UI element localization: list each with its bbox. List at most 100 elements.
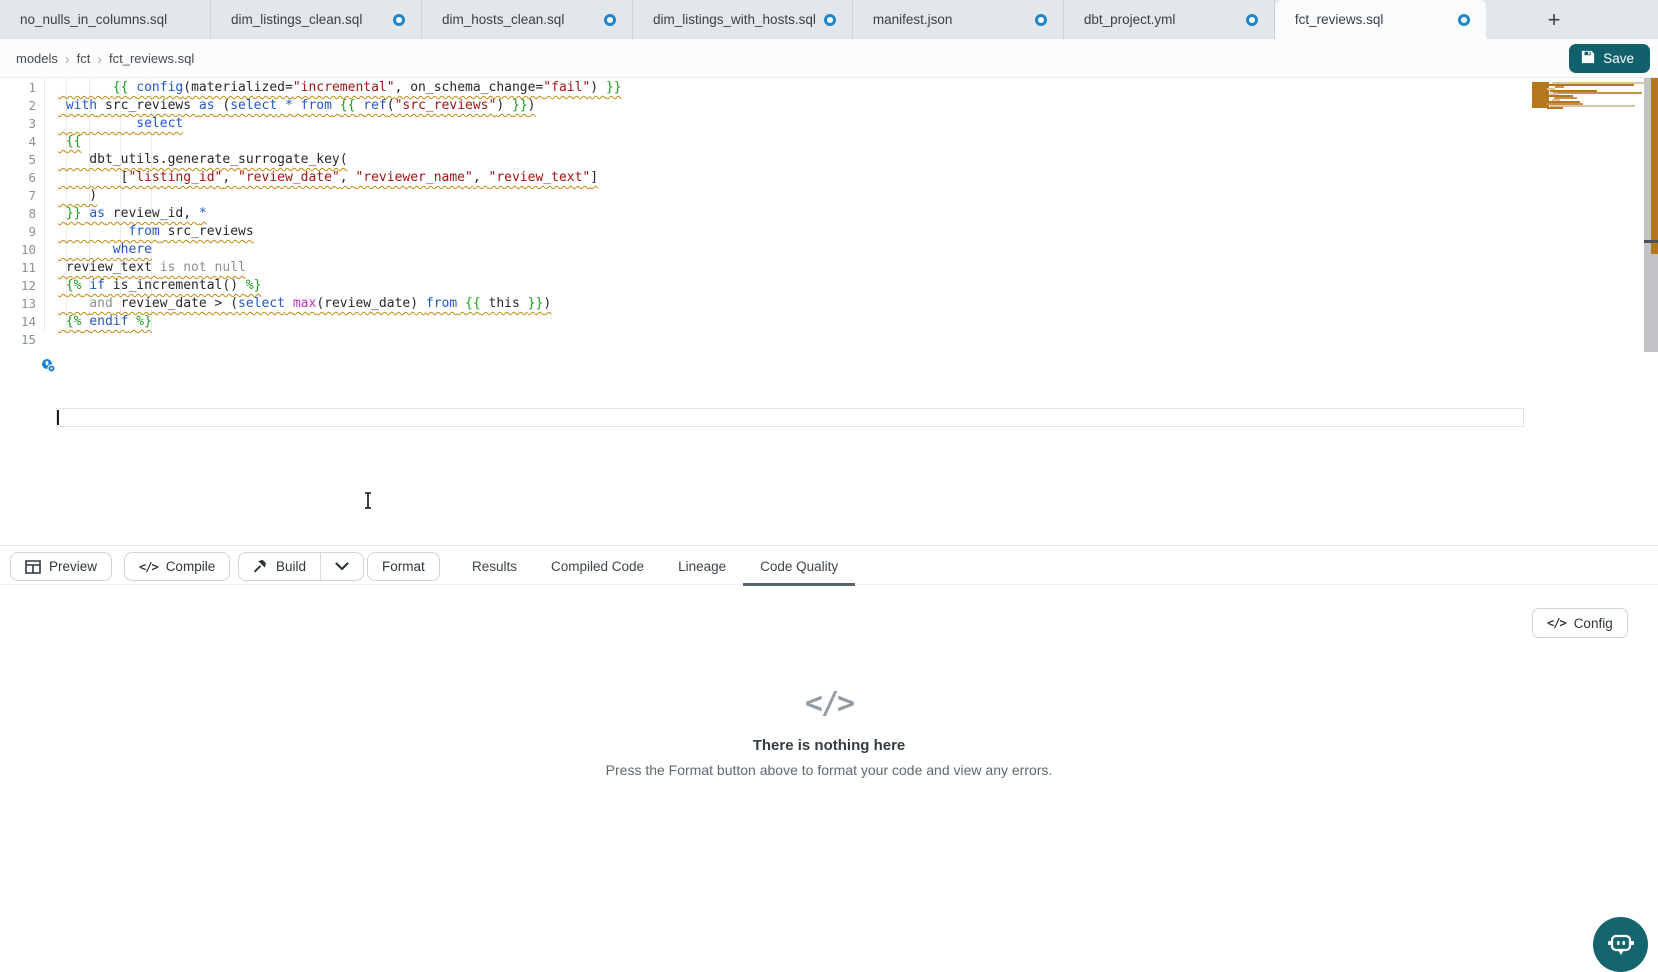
unsaved-changes-dot <box>393 14 405 26</box>
code-line[interactable]: 5 dbt_utils.generate_surrogate_key( <box>0 151 622 169</box>
code-line[interactable]: 7 ) <box>0 187 622 205</box>
panel-tab-compiled-code[interactable]: Compiled Code <box>534 546 661 586</box>
code-line-text: {% if is_incremental() %} <box>58 277 262 295</box>
code-line[interactable]: 4 {{ <box>0 133 622 151</box>
mouse-ibeam-cursor <box>362 491 374 515</box>
code-icon: </> <box>139 560 158 574</box>
editor-tab-label: no_nulls_in_columns.sql <box>20 12 194 27</box>
code-line[interactable]: 13 and review_date > (select max(review_… <box>0 295 622 313</box>
editor-tab[interactable]: fct_reviews.sql <box>1275 0 1486 39</box>
file-tab-bar: no_nulls_in_columns.sql dim_listings_clea… <box>0 0 1658 39</box>
preview-button[interactable]: Preview <box>10 552 112 581</box>
table-icon <box>25 560 41 574</box>
line-number: 11 <box>0 259 36 277</box>
line-number: 14 <box>0 313 36 331</box>
robot-icon <box>1606 931 1636 959</box>
code-line[interactable]: 11 review_text is not null <box>0 259 622 277</box>
line-number: 9 <box>0 223 36 241</box>
line-number: 15 <box>0 331 36 349</box>
config-button[interactable]: </> Config <box>1532 608 1628 638</box>
preview-button-label: Preview <box>49 559 97 574</box>
unsaved-changes-dot <box>824 14 836 26</box>
code-line[interactable]: 14 {% endif %} <box>0 313 622 331</box>
empty-state-subtitle: Press the Format button above to format … <box>0 762 1658 778</box>
hammer-icon <box>253 558 268 576</box>
editor-tab[interactable]: dbt_project.yml <box>1064 0 1275 39</box>
scrollbar-viewport-line <box>1644 240 1658 243</box>
code-line-text: {{ <box>58 133 81 151</box>
code-icon: </> <box>1547 616 1566 630</box>
line-number: 3 <box>0 115 36 133</box>
breadcrumb-item[interactable]: models <box>16 51 58 66</box>
code-line-text: dbt_utils.generate_surrogate_key( <box>58 151 348 169</box>
breadcrumb-separator-icon: › <box>97 51 102 67</box>
unsaved-changes-dot <box>1246 14 1258 26</box>
line-number: 4 <box>0 133 36 151</box>
editor-tab-label: dim_hosts_clean.sql <box>442 12 596 27</box>
lightbulb-quickfix-icon[interactable] <box>41 358 56 377</box>
breadcrumb-bar: models›fct›fct_reviews.sql Save <box>0 39 1658 78</box>
editor-tab[interactable]: manifest.json <box>853 0 1064 39</box>
line-number: 10 <box>0 241 36 259</box>
floppy-disk-icon <box>1581 50 1595 67</box>
editor-tab-label: dim_listings_with_hosts.sql <box>653 12 816 27</box>
code-line-text: and review_date > (select max(review_dat… <box>58 295 551 313</box>
panel-tab-code-quality[interactable]: Code Quality <box>743 546 855 586</box>
line-number: 5 <box>0 151 36 169</box>
build-button[interactable]: Build <box>239 553 320 580</box>
code-line[interactable]: 2 with src_reviews as (select * from {{ … <box>0 97 622 115</box>
editor-tab[interactable]: dim_listings_clean.sql <box>211 0 422 39</box>
build-button-label: Build <box>276 559 306 574</box>
chevron-down-icon <box>335 562 349 571</box>
config-button-label: Config <box>1574 616 1613 631</box>
code-slash-icon: </> <box>0 686 1658 721</box>
code-line-text: from src_reviews <box>58 223 254 241</box>
code-line[interactable]: 1 {{ config(materialized="incremental", … <box>0 79 622 97</box>
code-line[interactable]: 6 ["listing_id", "review_date", "reviewe… <box>0 169 622 187</box>
code-line[interactable]: 3 select <box>0 115 622 133</box>
save-button[interactable]: Save <box>1569 44 1650 73</box>
breadcrumb-item[interactable]: fct_reviews.sql <box>109 51 194 66</box>
line-number: 2 <box>0 97 36 115</box>
line-number: 8 <box>0 205 36 223</box>
code-editor[interactable]: 1 {{ config(materialized="incremental", … <box>0 78 1658 545</box>
code-line[interactable]: 15 <box>0 331 622 349</box>
new-tab-button[interactable]: + <box>1534 0 1574 39</box>
code-line-text: ) <box>58 187 97 205</box>
editor-tab[interactable]: dim_listings_with_hosts.sql <box>633 0 853 39</box>
editor-minimap[interactable] <box>1532 78 1644 545</box>
panel-tab-lineage[interactable]: Lineage <box>661 546 743 586</box>
chat-assistant-button[interactable] <box>1593 917 1648 972</box>
editor-tab-label: manifest.json <box>873 12 1027 27</box>
empty-state-title: There is nothing here <box>0 737 1658 754</box>
breadcrumb-item[interactable]: fct <box>77 51 91 66</box>
editor-tab[interactable]: dim_hosts_clean.sql <box>422 0 633 39</box>
code-line[interactable]: 8 }} as review_id, * <box>0 205 622 223</box>
save-button-label: Save <box>1603 51 1634 66</box>
unsaved-changes-dot <box>604 14 616 26</box>
bottom-toolbar: Preview </> Compile Build Format Results… <box>0 545 1658 585</box>
editor-tab-label: fct_reviews.sql <box>1295 12 1450 27</box>
current-line-highlight <box>56 408 1524 427</box>
code-line-text: select <box>58 115 183 133</box>
build-options-chevron[interactable] <box>321 553 363 580</box>
editor-scrollbar[interactable] <box>1644 78 1658 545</box>
code-line[interactable]: 12 {% if is_incremental() %} <box>0 277 622 295</box>
unsaved-changes-dot <box>1035 14 1047 26</box>
format-button-label: Format <box>382 559 425 574</box>
compile-button-label: Compile <box>166 559 216 574</box>
code-line-text: ["listing_id", "review_date", "reviewer_… <box>58 169 598 187</box>
code-line[interactable]: 10 where <box>0 241 622 259</box>
text-caret <box>57 410 59 425</box>
line-number: 7 <box>0 187 36 205</box>
code-line-text: {{ config(materialized="incremental", on… <box>58 79 622 97</box>
line-number: 6 <box>0 169 36 187</box>
panel-tab-results[interactable]: Results <box>455 546 534 586</box>
code-line-text: }} as review_id, * <box>58 205 207 223</box>
editor-tab[interactable]: no_nulls_in_columns.sql <box>0 0 211 39</box>
compile-button[interactable]: </> Compile <box>124 552 230 581</box>
code-line-text: with src_reviews as (select * from {{ re… <box>58 97 535 115</box>
scrollbar-warning-marks <box>1651 78 1658 254</box>
code-line[interactable]: 9 from src_reviews <box>0 223 622 241</box>
format-button[interactable]: Format <box>367 552 440 581</box>
